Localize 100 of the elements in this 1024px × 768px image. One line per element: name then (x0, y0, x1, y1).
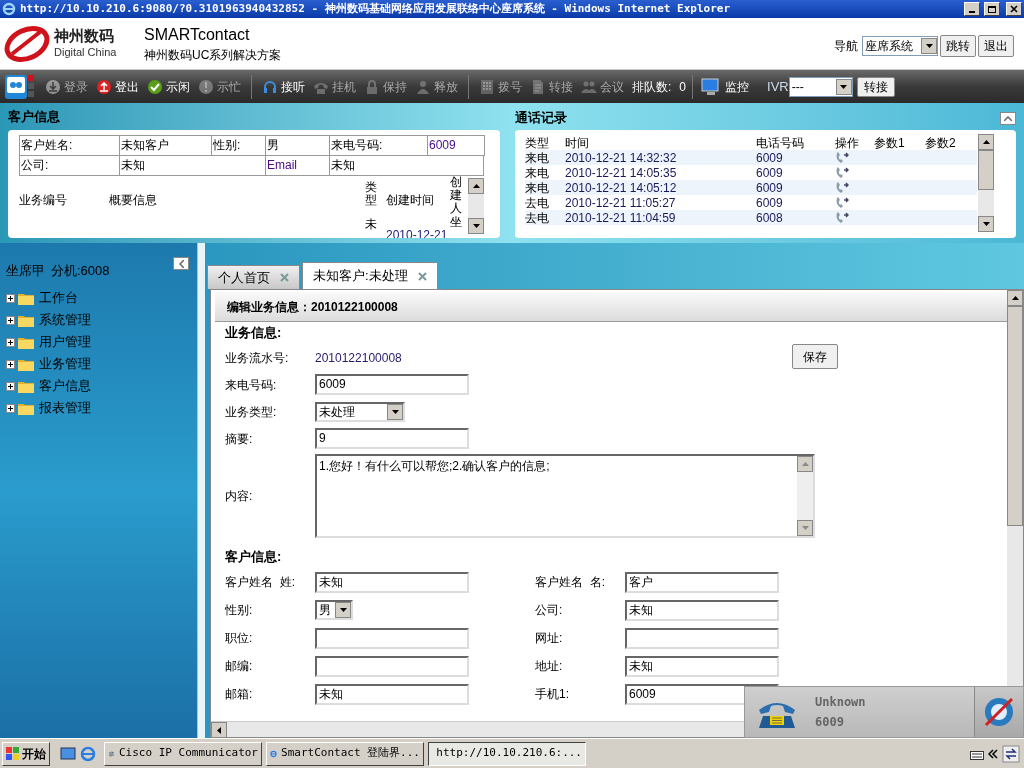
field-label: 客户姓名: (20, 136, 120, 156)
start-button[interactable]: 开始 (2, 741, 50, 766)
monitor-icon (701, 77, 722, 96)
nav-button[interactable]: 退出 (978, 34, 1014, 57)
input-field[interactable]: 未知 (315, 683, 469, 705)
expand-icon[interactable] (6, 315, 15, 325)
column-header: 概要信息 (109, 192, 157, 209)
tree-item[interactable]: 客户信息 (6, 375, 197, 397)
scroll-up-arrow-icon[interactable] (1011, 296, 1019, 300)
queue-count: 0 (679, 78, 687, 96)
chevron-left-icon[interactable] (178, 259, 184, 268)
expand-icon[interactable] (6, 337, 15, 347)
taskbar-button[interactable]: Cisco IP Communicator (104, 741, 262, 766)
check-circle-icon (147, 78, 163, 95)
scroll-up-arrow-icon[interactable] (982, 140, 990, 144)
desktop-icon[interactable] (60, 745, 76, 762)
minimize-button[interactable] (964, 2, 980, 16)
transfer-button[interactable]: 转接 (856, 76, 895, 97)
logo-icon (4, 23, 50, 64)
input-field[interactable]: 客户 (625, 571, 779, 593)
agent-name: 坐席甲 (6, 262, 45, 281)
close-icon[interactable] (1010, 5, 1018, 13)
product-name: SMARTcontact (144, 24, 251, 45)
phone-transfer-icon[interactable] (835, 180, 851, 195)
phone-transfer-icon[interactable] (835, 150, 851, 165)
section-title: 业务信息: (225, 324, 283, 343)
collapse-button[interactable] (1000, 111, 1016, 125)
column-header: 类型 (525, 135, 550, 150)
folder-icon (18, 291, 34, 305)
chevron-icon[interactable] (988, 748, 998, 759)
scroll-down-arrow-icon[interactable] (982, 222, 990, 226)
table-cell-text: 来电 (525, 179, 550, 197)
tree-item[interactable]: 业务管理 (6, 353, 197, 375)
browser-icon[interactable] (80, 745, 96, 762)
section-title: 客户信息: (225, 548, 283, 567)
field-label: 性别: (212, 136, 266, 156)
monitor-button[interactable]: 监控 (699, 72, 752, 101)
phone-transfer-icon[interactable] (835, 165, 851, 180)
ivr-label: IVR (767, 77, 789, 96)
field-value: 2010122100008 (315, 349, 402, 367)
tree-item[interactable]: 报表管理 (6, 397, 197, 419)
save-button[interactable]: 保存 (792, 344, 838, 369)
table-cell-text: 来电 (525, 164, 550, 182)
taskbar-button[interactable]: SmartContact 登陆界... (266, 741, 424, 766)
input-field[interactable]: 6009 (315, 374, 469, 395)
table-cell-text: 6009 (756, 194, 784, 212)
input-field[interactable]: 未知 (315, 571, 469, 593)
column-header: 类型 (365, 181, 377, 208)
nav-select[interactable]: 座席系统 (862, 35, 938, 56)
tree-item[interactable]: 工作台 (6, 287, 197, 309)
toolbar-button[interactable]: 示闲 (143, 72, 194, 101)
headset-icon (262, 78, 278, 95)
network-icon[interactable] (1002, 744, 1020, 763)
field-label: 来电号码: (330, 136, 428, 156)
input-field[interactable] (315, 655, 469, 677)
input-field[interactable]: 9 (315, 428, 469, 449)
field-label: 客户姓名 姓: (225, 574, 296, 591)
field-label: 摘要: (225, 430, 254, 448)
dropdown-arrow-icon (391, 409, 399, 414)
toolbar-button[interactable]: 接听 (258, 72, 309, 101)
input-field[interactable] (625, 627, 779, 649)
scroll-up-arrow-icon[interactable] (472, 184, 480, 188)
taskbar-button[interactable]: http://10.10.210.6:... (428, 741, 586, 766)
mute-button[interactable] (974, 687, 1023, 737)
phone-transfer-icon[interactable] (835, 210, 851, 225)
scrollbar[interactable] (978, 134, 994, 232)
collapse-sidebar-button[interactable] (173, 257, 189, 270)
close-button[interactable] (1006, 2, 1022, 16)
expand-icon[interactable] (6, 403, 15, 413)
select-field[interactable]: 男 (315, 600, 353, 620)
scroll-down-arrow-icon[interactable] (472, 224, 480, 228)
tree-item[interactable]: 系统管理 (6, 309, 197, 331)
phone-transfer-icon[interactable] (835, 195, 851, 210)
tab[interactable]: 未知客户:未处理 (302, 262, 438, 289)
input-field[interactable]: 未知 (625, 655, 779, 677)
nav-button[interactable]: 跳转 (940, 34, 976, 57)
table-cell-text: 去电 (525, 209, 550, 227)
select-field[interactable]: 未处理 (315, 401, 405, 422)
column-header: 创建时间 (386, 192, 434, 209)
input-field[interactable]: 未知 (625, 599, 779, 621)
scroll-left-arrow-icon[interactable] (217, 726, 221, 734)
column-header: 操作 (835, 135, 860, 150)
expand-icon[interactable] (6, 359, 15, 369)
person-icon (415, 78, 431, 95)
toolbar-button[interactable]: 登出 (92, 72, 143, 101)
field-label: 职位: (225, 630, 254, 647)
expand-icon[interactable] (6, 381, 15, 391)
tab[interactable]: 个人首页 (207, 265, 300, 289)
keypad-icon (479, 78, 495, 95)
tree-item[interactable]: 用户管理 (6, 331, 197, 353)
expand-icon[interactable] (6, 293, 15, 303)
browser-icon (2, 2, 16, 16)
maximize-button[interactable] (984, 2, 1000, 16)
field-label: Email (266, 156, 330, 176)
field-value: 未知 (120, 156, 266, 176)
ivr-select[interactable]: --- (788, 76, 853, 97)
chevron-up-icon[interactable] (1004, 115, 1012, 121)
scrollbar[interactable] (468, 178, 484, 234)
document-icon (530, 78, 546, 95)
input-field[interactable] (315, 627, 469, 649)
